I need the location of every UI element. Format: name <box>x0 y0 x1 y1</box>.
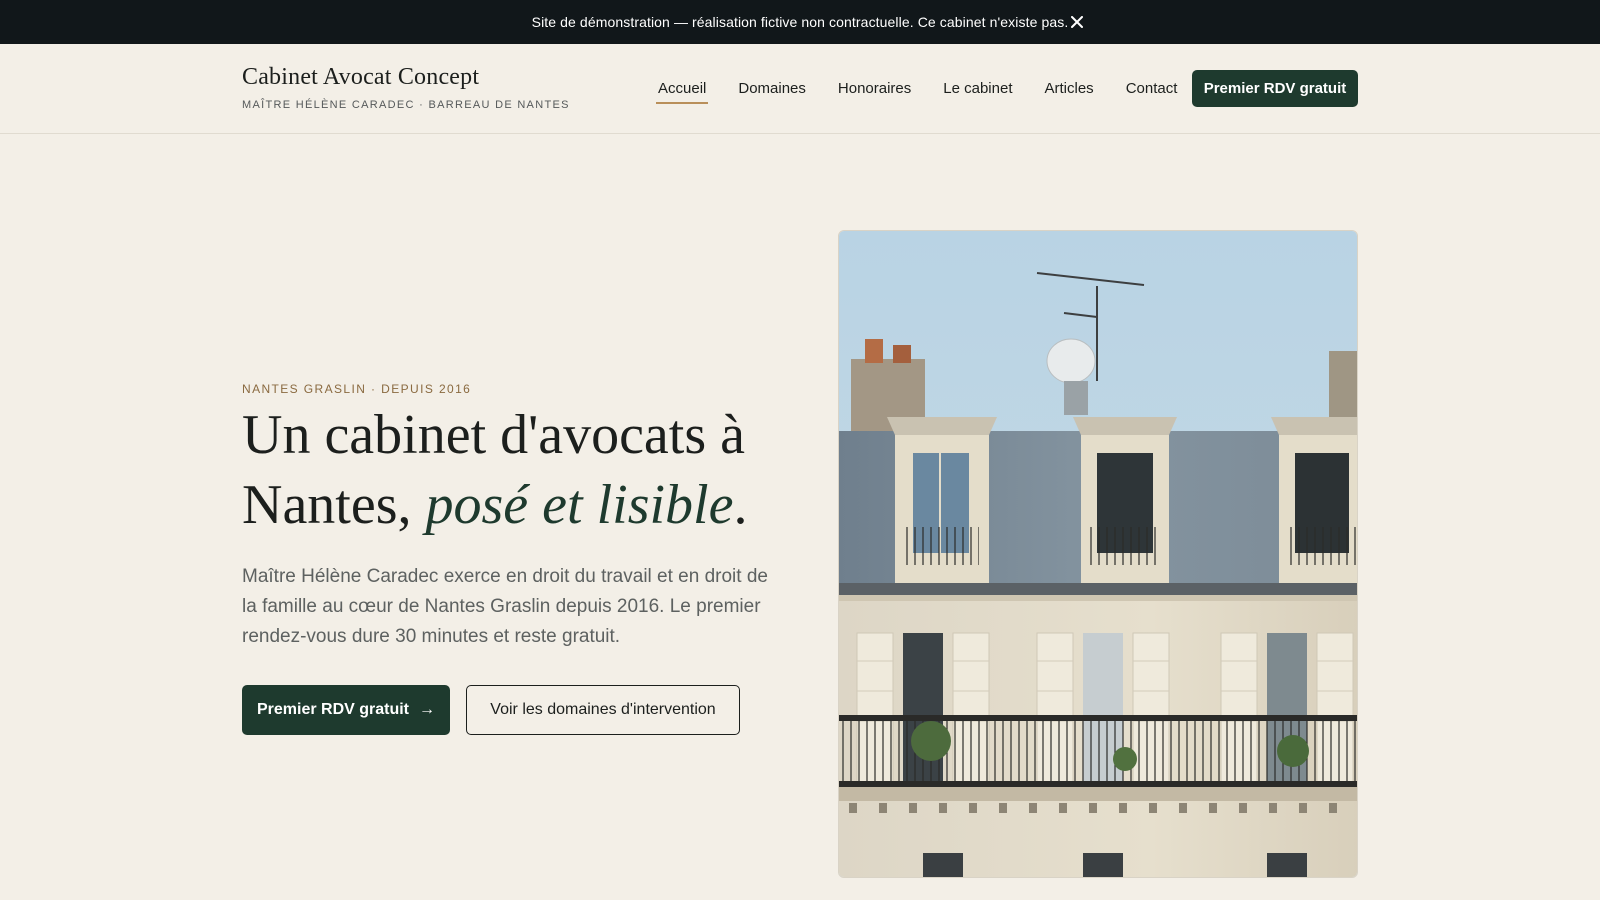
headline-end: . <box>733 474 748 536</box>
nav-item-accueil[interactable]: Accueil <box>656 74 709 104</box>
brand-subtitle: MAÎTRE HÉLÈNE CARADEC · BARREAU DE NANTE… <box>242 99 570 111</box>
building-illustration <box>839 231 1357 877</box>
hero-headline: Un cabinet d'avocats à Nantes, posé et l… <box>242 400 802 540</box>
nav-item-domaines[interactable]: Domaines <box>736 74 808 103</box>
banner-close-button[interactable] <box>1066 11 1088 33</box>
brand-name: Cabinet Avocat Concept <box>242 64 480 90</box>
nav-item-le-cabinet[interactable]: Le cabinet <box>941 74 1014 103</box>
site-header: Cabinet Avocat Concept MAÎTRE HÉLÈNE CAR… <box>0 44 1600 134</box>
banner-text: Site de démonstration — réalisation fict… <box>531 14 1069 30</box>
hero-primary-button[interactable]: Premier RDV gratuit → <box>242 685 450 735</box>
nav-item-honoraires[interactable]: Honoraires <box>836 74 913 103</box>
demo-banner: Site de démonstration — réalisation fict… <box>0 0 1600 44</box>
hero-building-photo <box>838 230 1358 878</box>
nav-item-articles[interactable]: Articles <box>1043 74 1096 103</box>
header-cta-button[interactable]: Premier RDV gratuit <box>1192 70 1358 107</box>
headline-emphasis: posé et lisible <box>425 474 734 536</box>
hero-lede: Maître Hélène Caradec exerce en droit du… <box>242 566 768 647</box>
main-nav: Accueil Domaines Honoraires Le cabinet A… <box>656 70 1207 106</box>
brand-logo-link[interactable]: Cabinet Avocat Concept MAÎTRE HÉLÈNE CAR… <box>242 64 570 111</box>
hero-secondary-button[interactable]: Voir les domaines d'intervention <box>466 685 740 735</box>
hero-eyebrow: NANTES GRASLIN · DEPUIS 2016 <box>242 382 472 396</box>
arrow-right-icon: → <box>419 701 436 718</box>
nav-item-contact[interactable]: Contact <box>1124 74 1180 103</box>
hero-primary-label: Premier RDV gratuit <box>256 701 410 718</box>
close-icon <box>1071 16 1083 28</box>
